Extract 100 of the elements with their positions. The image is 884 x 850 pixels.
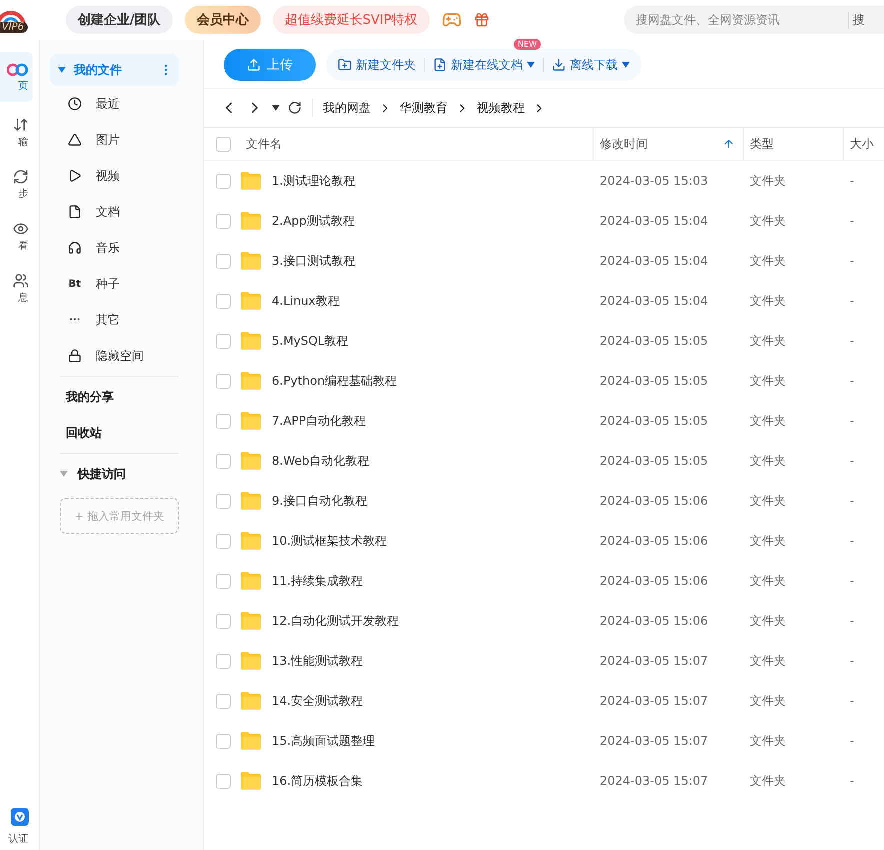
file-name[interactable]: 15.高频面试题整理 [272, 732, 376, 750]
sidebar-item[interactable]: Bt 种子 [50, 266, 179, 302]
nav-item[interactable]: 页 [0, 52, 32, 102]
row-checkbox[interactable] [216, 214, 231, 228]
file-type: 文件夹 [749, 652, 787, 670]
row-checkbox[interactable] [216, 294, 231, 308]
file-name[interactable]: 12.自动化测试开发教程 [272, 612, 400, 630]
verified-icon [10, 808, 28, 826]
file-name[interactable]: 13.性能测试教程 [272, 652, 364, 670]
file-size: - [849, 174, 856, 188]
refresh-icon[interactable] [288, 101, 302, 115]
sidebar-item[interactable]: 文档 [50, 194, 179, 230]
column-header[interactable]: 大小 [844, 136, 874, 152]
file-type: 文件夹 [749, 372, 787, 390]
file-name[interactable]: 3.接口测试教程 [272, 252, 356, 270]
folder-icon [240, 611, 262, 631]
file-size: - [849, 614, 856, 628]
folder-icon [240, 651, 262, 671]
modified-time: 2024-03-05 15:07 [599, 774, 710, 788]
modified-time: 2024-03-05 15:03 [599, 174, 710, 188]
row-checkbox[interactable] [216, 614, 231, 628]
file-name[interactable]: 4.Linux教程 [272, 292, 340, 310]
row-checkbox[interactable] [216, 454, 231, 468]
row-checkbox[interactable] [216, 654, 231, 668]
sidebar-item[interactable]: 图片 [50, 122, 179, 158]
toolbar-button[interactable]: 离线下载 [544, 49, 638, 81]
nav-item[interactable]: 息 [0, 268, 32, 310]
breadcrumb-link[interactable]: 我的网盘 [323, 100, 371, 116]
file-name[interactable]: 16.简历模板合集 [272, 772, 364, 790]
folder-icon [240, 211, 262, 231]
file-name[interactable]: 8.Web自动化教程 [272, 452, 370, 470]
transfer-icon [12, 117, 28, 133]
my-files-item[interactable]: 我的文件 [50, 54, 179, 86]
file-name[interactable]: 11.持续集成教程 [272, 572, 364, 590]
play-icon [68, 169, 82, 183]
file-size: - [849, 774, 856, 788]
modified-time: 2024-03-05 15:05 [599, 414, 710, 428]
column-header[interactable]: 文件名 [240, 136, 282, 152]
file-name[interactable]: 2.App测试教程 [272, 212, 355, 230]
nav-item[interactable]: 看 [0, 216, 32, 258]
row-checkbox[interactable] [216, 774, 231, 788]
folder-icon [240, 531, 262, 551]
file-type: 文件夹 [749, 572, 787, 590]
folder-icon [240, 171, 262, 191]
sidebar-item[interactable]: 视频 [50, 158, 179, 194]
file-size: - [849, 734, 856, 748]
modified-time: 2024-03-05 15:06 [599, 614, 710, 628]
toolbar-button[interactable]: 新建文件夹 [330, 49, 424, 81]
file-size: - [849, 494, 856, 508]
clock-icon [68, 97, 82, 111]
sidebar-item[interactable]: 最近 [50, 86, 179, 122]
sidebar-link[interactable]: 回收站 [50, 415, 179, 451]
file-type: 文件夹 [749, 452, 787, 470]
search-button[interactable]: 搜 [848, 12, 865, 28]
nav-item[interactable]: 步 [0, 164, 32, 206]
row-checkbox[interactable] [216, 334, 231, 348]
file-name[interactable]: 1.测试理论教程 [272, 172, 356, 190]
modified-time: 2024-03-05 15:07 [599, 694, 710, 708]
file-size: - [849, 254, 856, 268]
breadcrumb-link[interactable]: 视频教程 [477, 100, 525, 116]
file-name[interactable]: 6.Python编程基础教程 [272, 372, 398, 390]
row-checkbox[interactable] [216, 414, 231, 428]
row-checkbox[interactable] [216, 254, 231, 268]
file-name[interactable]: 5.MySQL教程 [272, 332, 349, 350]
sidebar-item[interactable]: 音乐 [50, 230, 179, 266]
file-name[interactable]: 14.安全测试教程 [272, 692, 364, 710]
row-checkbox[interactable] [216, 694, 231, 708]
column-header[interactable]: 修改时间 [594, 136, 648, 152]
sidebar-link[interactable]: 我的分享 [50, 379, 179, 415]
file-name[interactable]: 10.测试框架技术教程 [272, 532, 388, 550]
row-checkbox[interactable] [216, 734, 231, 748]
row-checkbox[interactable] [216, 494, 231, 508]
svip-badge: VIP6 [0, 22, 28, 32]
headphones-icon [68, 241, 82, 255]
gift-icon[interactable] [474, 12, 490, 28]
vip-center-button[interactable]: 会员中心 [184, 6, 261, 34]
sidebar-item[interactable]: ··· 其它 [50, 302, 179, 338]
nav-label[interactable]: 认证 [8, 832, 28, 846]
file-type: 文件夹 [749, 612, 787, 630]
history-caret-icon[interactable] [272, 105, 280, 111]
modified-time: 2024-03-05 15:06 [599, 574, 710, 588]
file-name[interactable]: 9.接口自动化教程 [272, 492, 368, 510]
sync-icon [12, 169, 28, 185]
create-team-button[interactable]: 创建企业/团队 [66, 6, 173, 34]
modified-time: 2024-03-05 15:05 [599, 454, 710, 468]
search-field[interactable]: 搜网盘文件、全网资源资讯 搜 [624, 6, 884, 34]
sidebar-item[interactable]: 隐藏空间 [50, 338, 179, 374]
breadcrumb-link[interactable]: 华测教育 [400, 100, 448, 116]
row-checkbox[interactable] [216, 574, 231, 588]
row-checkbox[interactable] [216, 374, 231, 388]
nav-item[interactable]: 输 [0, 112, 32, 154]
file-name[interactable]: 7.APP自动化教程 [272, 412, 366, 430]
quick-access-item[interactable]: 快捷访问 [50, 456, 179, 492]
column-header[interactable]: 类型 [744, 136, 774, 152]
select-all-checkbox[interactable] [216, 136, 231, 152]
file-type: 文件夹 [749, 492, 787, 510]
row-checkbox[interactable] [216, 534, 231, 548]
row-checkbox[interactable] [216, 174, 231, 188]
file-size: - [849, 334, 856, 348]
modified-time: 2024-03-05 15:07 [599, 654, 710, 668]
